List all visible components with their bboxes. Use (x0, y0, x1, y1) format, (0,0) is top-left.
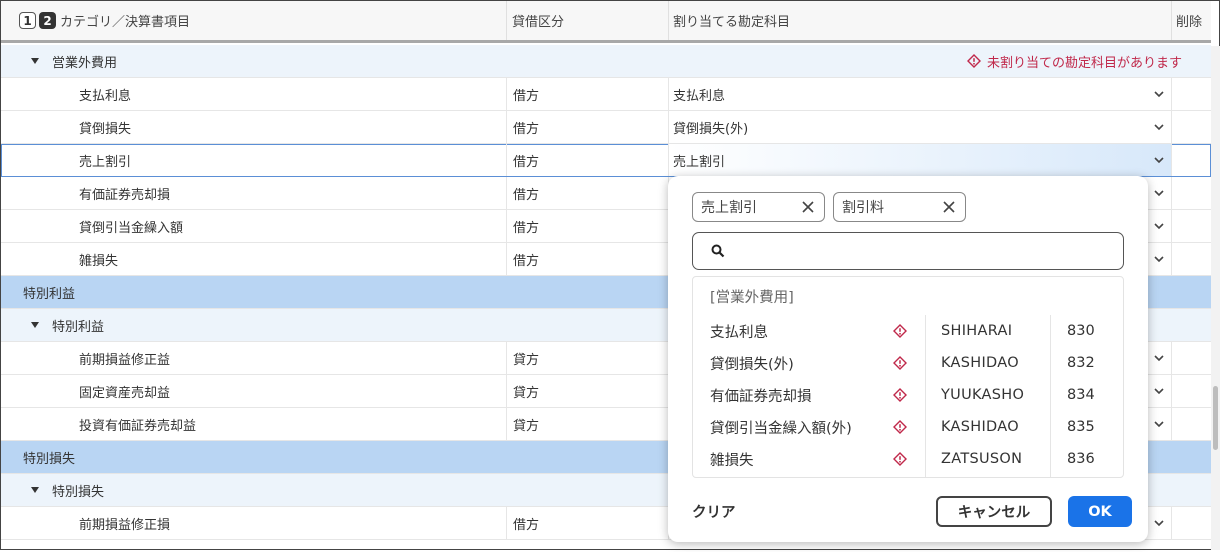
chevron-down-icon[interactable] (1152, 87, 1166, 101)
level-switcher: 1 2 カテゴリ／決算書項目 (19, 1, 190, 40)
warning-diamond-icon (893, 356, 907, 370)
account-number: 836 (1067, 451, 1095, 467)
section-label: 特別利益 (23, 286, 76, 302)
item-label: 前期損益修正損 (79, 517, 171, 533)
chip-label: 売上割引 (701, 200, 757, 216)
caret-down-icon[interactable] (30, 474, 40, 506)
chevron-down-icon[interactable] (1152, 186, 1166, 200)
debit-credit-value: 貸方 (513, 385, 540, 401)
debit-credit-value: 借方 (513, 187, 540, 203)
debit-credit-value: 借方 (513, 88, 540, 104)
account-select-value: 支払利息 (673, 88, 726, 104)
chevron-down-icon[interactable] (1152, 120, 1166, 134)
debit-credit-value: 借方 (513, 253, 540, 269)
column-header-assign[interactable]: 割り当てる勘定科目 (673, 1, 790, 40)
account-code: KASHIDAO (941, 355, 1019, 371)
group-label: 特別損失 (52, 484, 105, 500)
selected-chip: 割引料 (833, 192, 966, 222)
column-header-delete: 削除 (1176, 15, 1203, 30)
item-label: 有価証券売却損 (79, 187, 171, 203)
account-name: 雑損失 (710, 452, 754, 469)
item-label: 貸倒引当金繰入額 (79, 220, 184, 236)
chevron-down-icon[interactable] (1152, 252, 1166, 266)
level-2-button[interactable]: 2 (39, 12, 56, 29)
unassigned-warning: 未割り当ての勘定科目があります (987, 55, 1183, 71)
clear-button[interactable]: クリア (692, 496, 736, 526)
account-select-value: 貸倒損失(外) (673, 121, 749, 137)
account-name: 貸倒引当金繰入額(外) (710, 420, 852, 437)
account-number: 835 (1067, 419, 1095, 435)
scrollbar-thumb[interactable] (1213, 386, 1218, 450)
account-select[interactable]: 支払利息 (669, 78, 1171, 110)
account-number: 834 (1067, 387, 1095, 403)
warning-diamond-icon (893, 452, 907, 466)
chevron-down-icon[interactable] (1152, 417, 1166, 431)
debit-credit-value: 貸方 (513, 418, 540, 434)
debit-credit-value: 借方 (513, 121, 540, 137)
close-icon[interactable] (800, 198, 816, 216)
section-label: 特別損失 (23, 451, 76, 467)
caret-down-icon[interactable] (30, 309, 40, 341)
item-label: 前期損益修正益 (79, 352, 171, 368)
vertical-scrollbar[interactable] (1211, 46, 1220, 550)
level-1-button[interactable]: 1 (19, 12, 36, 29)
table-row[interactable]: 貸倒損失 借方 貸倒損失(外) (1, 111, 1211, 144)
warning-diamond-icon (893, 324, 907, 338)
group-row[interactable]: 営業外費用 未割り当ての勘定科目があります (1, 45, 1211, 78)
account-name: 支払利息 (710, 324, 768, 341)
list-item[interactable]: 有価証券売却損 YUUKASHO 834 (693, 379, 1123, 411)
account-select[interactable]: 売上割引 (669, 144, 1171, 176)
warning-diamond-icon (893, 388, 907, 402)
debit-credit-value: 借方 (513, 154, 540, 170)
selected-chip: 売上割引 (692, 192, 825, 222)
account-select[interactable]: 貸倒損失(外) (669, 111, 1171, 143)
item-label: 固定資産売却益 (79, 385, 171, 401)
chevron-down-icon[interactable] (1152, 384, 1166, 398)
item-label: 貸倒損失 (79, 121, 132, 137)
ok-button[interactable]: OK (1068, 496, 1132, 527)
list-item[interactable]: 貸倒引当金繰入額(外) KASHIDAO 835 (693, 411, 1123, 443)
chevron-down-icon[interactable] (1152, 351, 1166, 365)
account-code: YUUKASHO (941, 387, 1025, 403)
search-icon (711, 244, 725, 258)
item-label: 支払利息 (79, 88, 132, 104)
search-input[interactable] (692, 232, 1124, 270)
chevron-down-icon[interactable] (1152, 219, 1166, 233)
table-row[interactable]: 支払利息 借方 支払利息 (1, 78, 1211, 111)
account-picker-popup: 売上割引 割引料 [営業外費用] 支払利息 SHIHARAI 830 貸倒損失(外) K… (668, 176, 1148, 542)
item-label: 雑損失 (79, 253, 119, 269)
group-label: 営業外費用 (52, 55, 118, 71)
list-item[interactable]: 支払利息 SHIHARAI 830 (693, 315, 1123, 347)
account-number: 832 (1067, 355, 1095, 371)
column-header-category[interactable]: カテゴリ／決算書項目 (60, 11, 190, 30)
caret-down-icon[interactable] (30, 45, 40, 77)
chevron-down-icon[interactable] (1152, 516, 1166, 530)
account-number: 830 (1067, 323, 1095, 339)
account-code: KASHIDAO (941, 419, 1019, 435)
close-icon[interactable] (941, 198, 957, 216)
list-group-label: [営業外費用] (710, 290, 794, 306)
debit-credit-value: 貸方 (513, 352, 540, 368)
account-name: 貸倒損失(外) (710, 356, 794, 373)
warning-diamond-icon (967, 45, 981, 77)
cancel-button[interactable]: キャンセル (936, 496, 1052, 527)
account-select-value: 売上割引 (673, 154, 726, 170)
list-item[interactable]: 雑損失 ZATSUSON 836 (693, 443, 1123, 475)
group-label: 特別利益 (52, 319, 105, 335)
item-label: 売上割引 (79, 154, 132, 170)
item-label: 投資有価証券売却益 (79, 418, 197, 434)
chevron-down-icon[interactable] (1152, 153, 1166, 167)
debit-credit-value: 借方 (513, 220, 540, 236)
list-item[interactable]: 貸倒損失(外) KASHIDAO 832 (693, 347, 1123, 379)
account-code: ZATSUSON (941, 451, 1023, 467)
warning-diamond-icon (893, 420, 907, 434)
table-header: 1 2 カテゴリ／決算書項目 貸借区分 割り当てる勘定科目 削除 (1, 1, 1211, 43)
chip-label: 割引料 (842, 200, 884, 216)
account-name: 有価証券売却損 (710, 388, 812, 405)
debit-credit-value: 借方 (513, 517, 540, 533)
table-row[interactable]: 売上割引 借方 売上割引 (1, 144, 1211, 177)
column-header-debit-credit[interactable]: 貸借区分 (512, 1, 564, 40)
account-code: SHIHARAI (941, 323, 1013, 339)
account-list: [営業外費用] 支払利息 SHIHARAI 830 貸倒損失(外) KASHIDAO 83… (692, 276, 1124, 478)
